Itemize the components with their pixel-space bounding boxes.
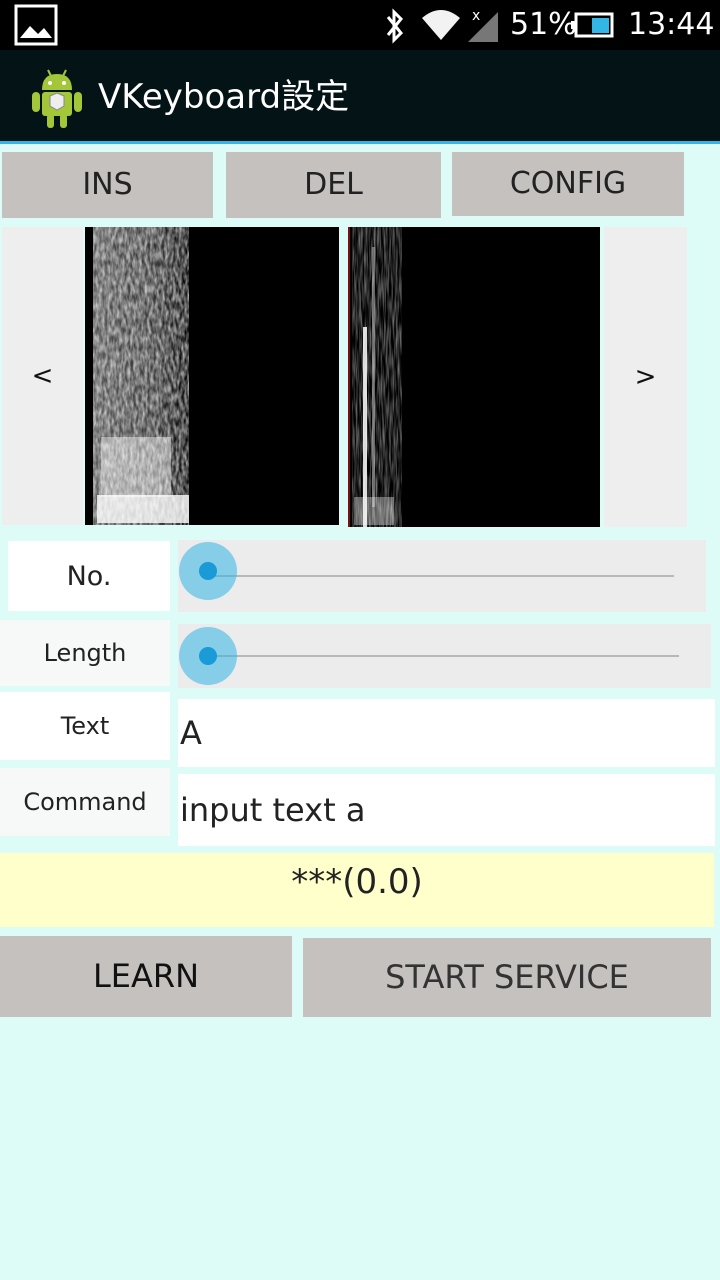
- text-label: Text: [0, 692, 170, 760]
- no-label: No.: [8, 541, 170, 611]
- spectrogram-image-right: [348, 227, 600, 527]
- app-title: VKeyboard設定: [98, 77, 350, 117]
- command-label: Command: [0, 768, 170, 836]
- slider-track: [208, 575, 674, 577]
- slider-thumb[interactable]: [179, 627, 237, 685]
- svg-text:x: x: [472, 8, 480, 24]
- spectrogram-image-left: [85, 227, 339, 525]
- battery-icon: [571, 12, 614, 38]
- signal-icon: x: [468, 8, 498, 42]
- text-input-value: A: [180, 714, 202, 752]
- config-button[interactable]: CONFIG: [452, 152, 684, 216]
- status-bar: x 51% 13:44: [0, 0, 720, 50]
- del-button[interactable]: DEL: [226, 152, 441, 218]
- clock: 13:44: [628, 7, 715, 42]
- start-service-button[interactable]: START SERVICE: [303, 938, 711, 1017]
- battery-percent: 51%: [510, 7, 577, 42]
- previous-button[interactable]: <: [2, 227, 83, 525]
- length-label: Length: [0, 620, 170, 686]
- result-display: ***(0.0): [0, 853, 714, 927]
- next-button[interactable]: >: [604, 227, 687, 527]
- android-icon: [32, 69, 82, 128]
- length-slider[interactable]: [178, 624, 711, 688]
- text-input[interactable]: A: [178, 699, 715, 767]
- learn-button[interactable]: LEARN: [0, 936, 292, 1017]
- command-input-value: input text a: [180, 791, 366, 829]
- command-input[interactable]: input text a: [178, 774, 715, 846]
- slider-track: [208, 655, 679, 657]
- gallery-icon: [14, 4, 58, 46]
- wifi-icon: [422, 10, 460, 40]
- no-slider[interactable]: [178, 540, 706, 612]
- ins-button[interactable]: INS: [2, 152, 213, 218]
- slider-thumb[interactable]: [179, 542, 237, 600]
- action-bar: VKeyboard設定: [0, 50, 720, 144]
- bluetooth-icon: [386, 8, 404, 44]
